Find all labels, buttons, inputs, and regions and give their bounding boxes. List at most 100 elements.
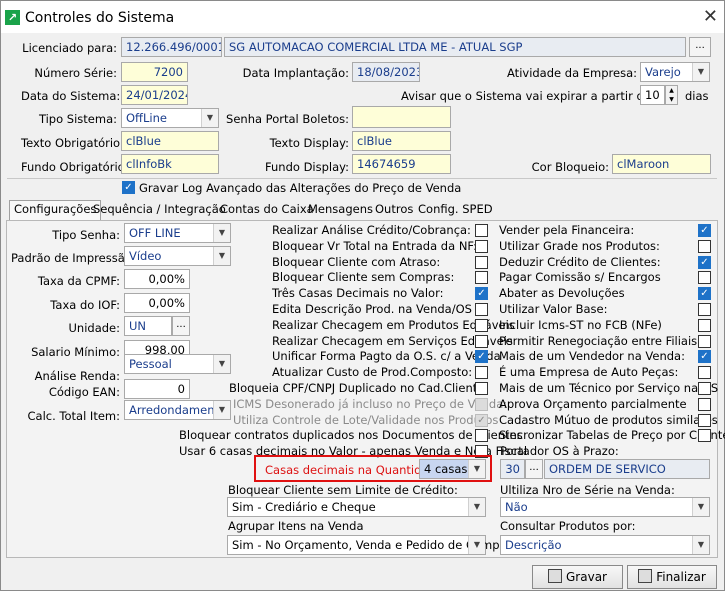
salario-label: Salario Mínimo: xyxy=(31,345,120,359)
right-checkbox[interactable] xyxy=(698,413,711,427)
right-checkbox[interactable] xyxy=(698,271,711,285)
right-checkbox[interactable] xyxy=(698,334,711,348)
avisar-unit: dias xyxy=(685,89,709,103)
padrao-impressao-select[interactable]: Vídeo ▼ xyxy=(124,246,231,266)
taxa-iof-field[interactable]: 0,00% xyxy=(124,293,190,313)
right-checkbox[interactable] xyxy=(698,303,711,316)
unidade-lookup-button[interactable]: ... xyxy=(172,316,190,336)
analise-renda-label: Análise Renda: xyxy=(34,369,120,383)
window: ↗ Controles do Sistema ✕ Licenciado para… xyxy=(0,0,725,591)
avisar-days-field[interactable]: 10 xyxy=(640,85,665,105)
right-checkbox[interactable] xyxy=(698,397,711,411)
licenciado-lookup-button[interactable]: ... xyxy=(689,37,711,57)
unidade-field[interactable]: UN xyxy=(124,316,172,336)
agrupar-label: Agrupar Itens na Venda xyxy=(228,519,364,533)
right-checkbox[interactable] xyxy=(698,429,711,443)
middle-checkbox[interactable] xyxy=(475,318,488,332)
padrao-impressao-label: Padrão de Impressão: xyxy=(11,251,136,265)
right-checkbox[interactable]: ✓ xyxy=(698,287,711,301)
middle-check-label: Unificar Forma Pagto da O.S. c/ a Venda xyxy=(272,349,501,364)
codigo-ean-field[interactable]: 0 xyxy=(124,379,190,399)
fundo-display-label: Fundo Display: xyxy=(265,160,349,174)
divider xyxy=(7,178,717,179)
tipo-senha-select[interactable]: OFF LINE ▼ xyxy=(124,223,231,243)
taxa-cpmf-field[interactable]: 0,00% xyxy=(124,269,190,289)
bloquear-cliente-select[interactable]: Sim - Crediário e Cheque ▼ xyxy=(227,497,486,517)
senha-portal-field[interactable] xyxy=(352,106,451,128)
chevron-down-icon: ▼ xyxy=(213,401,230,419)
chevron-down-icon: ▼ xyxy=(468,498,485,516)
middle-checkbox[interactable] xyxy=(475,255,488,269)
tab-contas-caixa[interactable]: Contas do Caixa xyxy=(220,202,314,220)
title-bar: ↗ Controles do Sistema ✕ xyxy=(1,1,724,33)
agrupar-select[interactable]: Sim - No Orçamento, Venda e Pedido de Co… xyxy=(227,535,511,555)
middle-checkbox[interactable] xyxy=(475,429,488,443)
right-check-label: Cadastro Mútuo de produtos similares xyxy=(499,412,718,427)
ultiliza-serie-select[interactable]: Não ▼ xyxy=(500,497,710,517)
cor-bloqueio-field[interactable]: clMaroon xyxy=(612,154,711,174)
chevron-down-icon: ▼ xyxy=(213,224,230,242)
middle-checkbox[interactable]: ✓ xyxy=(475,350,488,364)
fundo-display-field[interactable]: 14674659 xyxy=(352,154,451,174)
portador-code-field[interactable]: 30 xyxy=(500,459,525,479)
right-checkbox[interactable] xyxy=(698,366,711,380)
middle-check-label: ICMS Desonerado já incluso no Preço de V… xyxy=(233,396,508,411)
right-checkbox[interactable]: ✓ xyxy=(698,255,711,269)
licenciado-name-field[interactable]: SG AUTOMACAO COMERCIAL LTDA ME - ATUAL S… xyxy=(224,37,686,57)
taxa-iof-label: Taxa do IOF: xyxy=(50,298,120,312)
middle-checkbox[interactable] xyxy=(475,271,488,285)
atividade-select[interactable]: Varejo ▼ xyxy=(640,62,710,82)
gravar-button[interactable]: Gravar xyxy=(532,565,623,589)
avisar-spinner[interactable]: ▲ ▼ xyxy=(665,85,678,105)
analise-renda-select[interactable]: Pessoal ▼ xyxy=(124,354,231,374)
app-icon: ↗ xyxy=(5,10,20,25)
middle-checkbox[interactable]: ✓ xyxy=(475,287,488,301)
right-checkbox[interactable] xyxy=(698,318,711,332)
middle-checkbox[interactable] xyxy=(475,397,488,411)
middle-checkbox[interactable] xyxy=(475,224,488,237)
data-implantacao-field[interactable]: 18/08/2023 xyxy=(352,62,420,82)
middle-checkbox[interactable] xyxy=(475,334,488,348)
portador-lookup-button[interactable]: ... xyxy=(525,459,543,479)
right-checkbox[interactable]: ✓ xyxy=(698,350,711,364)
texto-display-field[interactable]: clBlue xyxy=(352,131,451,151)
consultar-select[interactable]: Descrição ▼ xyxy=(500,535,710,555)
middle-check-label: Realizar Análise Crédito/Cobrança: xyxy=(272,223,471,237)
middle-check-label: Edita Descrição Prod. na Venda/OS xyxy=(272,302,472,316)
bloquear-cliente-label: Bloquear Cliente sem Limite de Crédito: xyxy=(228,483,458,497)
tab-mensagens[interactable]: Mensagens xyxy=(308,202,373,220)
fundo-obrig-field[interactable]: clInfoBk xyxy=(121,154,219,174)
tab-config-sped[interactable]: Config. SPED xyxy=(418,202,493,220)
numero-serie-field[interactable]: 7200 xyxy=(121,62,188,82)
right-checkbox[interactable] xyxy=(698,382,711,395)
casas-decimais-select[interactable]: 4 casas ▼ xyxy=(419,459,486,479)
right-check-label: Incluir Icms-ST no FCB (NFe) xyxy=(499,317,662,332)
middle-checkbox[interactable] xyxy=(475,382,488,395)
portador-name-field[interactable]: ORDEM DE SERVICO xyxy=(544,459,710,479)
chevron-down-icon: ▼ xyxy=(692,498,709,516)
middle-checkbox[interactable] xyxy=(475,303,488,316)
texto-obrig-field[interactable]: clBlue xyxy=(121,131,219,151)
save-icon xyxy=(548,569,562,583)
gravar-log-checkbox[interactable]: ✓ xyxy=(122,181,135,194)
chevron-down-icon: ▼ xyxy=(692,536,709,554)
close-button[interactable]: ✕ xyxy=(703,8,718,26)
consultar-label: Consultar Produtos por: xyxy=(500,519,636,533)
data-sistema-field[interactable]: 24/01/2024 xyxy=(121,85,188,105)
tipo-sistema-select[interactable]: OffLine ▼ xyxy=(121,108,219,128)
middle-checkbox[interactable] xyxy=(475,366,488,380)
tab-outros[interactable]: Outros xyxy=(375,202,413,220)
middle-checkbox[interactable] xyxy=(475,239,488,253)
tab-configuracoes[interactable]: Configurações xyxy=(9,200,102,221)
middle-checkbox[interactable]: ✓ xyxy=(475,413,488,427)
finalizar-button[interactable]: Finalizar xyxy=(627,565,717,589)
tab-sequencia-integracao[interactable]: Sequência / Integração xyxy=(93,202,226,220)
texto-display-label: Texto Display: xyxy=(269,136,349,150)
calc-total-select[interactable]: Arredondamento ▼ xyxy=(124,400,231,420)
licenciado-code-field[interactable]: 12.266.496/0001-2 xyxy=(121,37,222,57)
right-checkbox[interactable]: ✓ xyxy=(698,224,711,237)
senha-portal-label: Senha Portal Boletos: xyxy=(226,112,349,126)
middle-check-label: Bloquear Cliente com Atraso: xyxy=(272,254,441,269)
right-checkbox[interactable] xyxy=(698,239,711,253)
chevron-down-icon: ▼ xyxy=(468,460,485,478)
